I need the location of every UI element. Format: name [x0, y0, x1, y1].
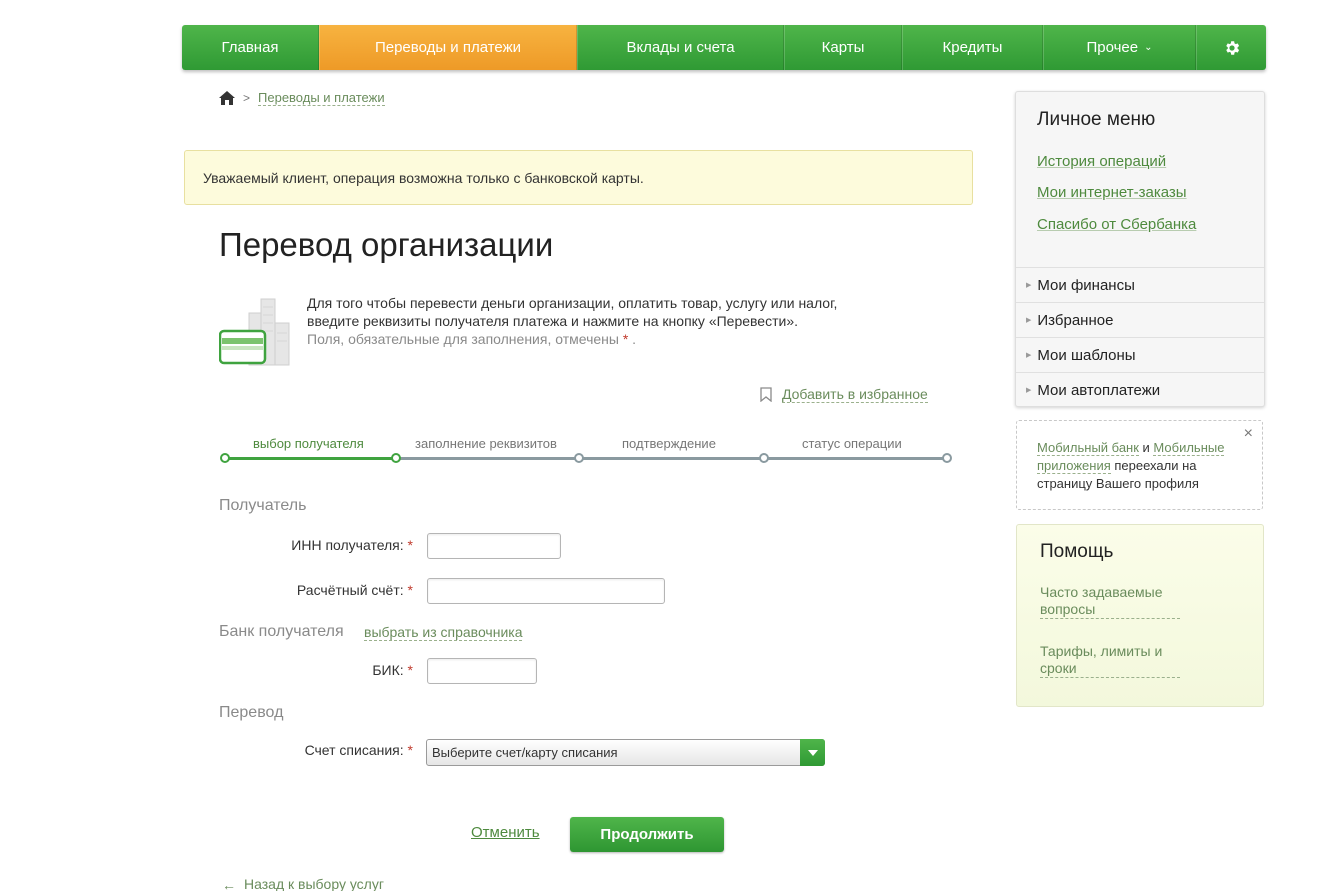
- debit-label-text: Счет списания:: [304, 742, 404, 758]
- menu-row-favorites[interactable]: ▶ Избранное: [1016, 302, 1264, 337]
- bik-label-text: БИК:: [372, 662, 404, 678]
- intro-text: Для того чтобы перевести деньги организа…: [307, 294, 947, 348]
- nav-item-cards[interactable]: Карты: [784, 25, 902, 70]
- back-link-label[interactable]: Назад к выбору услуг: [244, 876, 384, 891]
- nav-item-label: Карты: [821, 39, 865, 56]
- menu-row-label: Мои шаблоны: [1037, 346, 1136, 364]
- personal-menu-title: Личное меню: [1037, 109, 1156, 130]
- continue-button[interactable]: Продолжить: [570, 817, 724, 852]
- tariffs-link[interactable]: Тарифы, лимиты и сроки: [1040, 643, 1180, 678]
- help-title: Помощь: [1040, 541, 1114, 562]
- debit-account-selected: Выберите счет/карту списания: [432, 745, 618, 760]
- required-asterisk: *: [407, 582, 413, 598]
- account-input[interactable]: [427, 578, 665, 604]
- faq-link[interactable]: Часто задаваемые вопросы: [1040, 584, 1180, 619]
- step-line: [397, 457, 947, 460]
- cancel-link[interactable]: Отменить: [471, 824, 540, 841]
- spasibo-link[interactable]: Спасибо от Сбербанка: [1037, 216, 1196, 233]
- back-link[interactable]: ← Назад к выбору услуг: [222, 876, 384, 891]
- inn-input[interactable]: [427, 533, 561, 559]
- home-icon[interactable]: [219, 91, 235, 105]
- bookmark-icon: [760, 387, 772, 402]
- breadcrumb-separator: >: [243, 91, 251, 105]
- menu-row-autopayments[interactable]: ▶ Мои автоплатежи: [1016, 372, 1264, 407]
- menu-row-label: Мои финансы: [1037, 276, 1135, 294]
- menu-row-label: Избранное: [1037, 311, 1114, 329]
- account-label: Расчётный счёт: *: [297, 582, 413, 598]
- nav-item-label: Прочее: [1086, 39, 1139, 56]
- notice-banner: Уважаемый клиент, операция возможна толь…: [184, 150, 973, 205]
- step-label-details: заполнение реквизитов: [415, 436, 557, 451]
- intro-line-1: Для того чтобы перевести деньги организа…: [307, 295, 838, 311]
- triangle-right-icon: ▶: [1026, 387, 1032, 394]
- required-note-text: Поля, обязательные для заполнения, отмеч…: [307, 331, 619, 347]
- nav-item-label: Вклады и счета: [626, 39, 735, 56]
- inn-label-text: ИНН получателя:: [291, 537, 404, 553]
- step-dot: [942, 453, 952, 463]
- menu-row-templates[interactable]: ▶ Мои шаблоны: [1016, 337, 1264, 372]
- bik-input[interactable]: [427, 658, 537, 684]
- nav-item-transfers[interactable]: Переводы и платежи: [319, 25, 577, 70]
- organization-card-icon: [219, 298, 290, 366]
- add-favorite-label[interactable]: Добавить в избранное: [782, 386, 928, 403]
- orders-link[interactable]: Мои интернет-заказы: [1037, 184, 1187, 201]
- required-asterisk: *: [407, 742, 413, 758]
- menu-row-finances[interactable]: ▶ Мои финансы: [1016, 267, 1264, 302]
- breadcrumb: > Переводы и платежи: [219, 90, 385, 106]
- step-line-active: [225, 457, 397, 460]
- main-nav: Главная Переводы и платежи Вклады и счет…: [182, 25, 1266, 70]
- step-dot: [759, 453, 769, 463]
- nav-item-credits[interactable]: Кредиты: [902, 25, 1043, 70]
- breadcrumb-current[interactable]: Переводы и платежи: [258, 90, 385, 106]
- required-asterisk: *: [407, 537, 413, 553]
- nav-item-deposits[interactable]: Вклады и счета: [577, 25, 784, 70]
- step-label-recipient: выбор получателя: [253, 436, 364, 451]
- settings-button[interactable]: [1196, 25, 1266, 70]
- intro-line-2: введите реквизиты получателя платежа и н…: [307, 313, 798, 329]
- mobile-promo: × Мобильный банк и Мобильные приложения …: [1016, 420, 1263, 510]
- nav-item-other[interactable]: Прочее ⌄: [1043, 25, 1196, 70]
- promo-text: и: [1138, 440, 1154, 455]
- triangle-right-icon: ▶: [1026, 317, 1032, 324]
- menu-row-label: Мои автоплатежи: [1037, 381, 1161, 399]
- step-dot: [220, 453, 230, 463]
- required-note-dot: .: [632, 331, 637, 347]
- required-asterisk: *: [622, 331, 629, 347]
- page-title: Перевод организации: [219, 226, 554, 263]
- section-transfer: Перевод: [219, 704, 284, 721]
- section-bank: Банк получателя: [219, 623, 344, 640]
- step-label-confirm: подтверждение: [622, 436, 716, 451]
- bik-label: БИК: *: [372, 662, 413, 678]
- required-note: Поля, обязательные для заполнения, отмеч…: [307, 330, 947, 348]
- nav-item-label: Кредиты: [942, 39, 1003, 56]
- notice-text: Уважаемый клиент, операция возможна толь…: [203, 169, 644, 186]
- debit-account-select[interactable]: Выберите счет/карту списания: [426, 739, 825, 766]
- close-icon[interactable]: ×: [1244, 425, 1253, 443]
- account-label-text: Расчётный счёт:: [296, 582, 404, 598]
- triangle-right-icon: ▶: [1026, 282, 1032, 289]
- bank-directory-link[interactable]: выбрать из справочника: [364, 624, 523, 641]
- help-panel: Помощь Часто задаваемые вопросы Тарифы, …: [1016, 524, 1264, 707]
- personal-menu: Личное меню История операций Мои интерне…: [1015, 91, 1265, 407]
- gear-icon: [1225, 40, 1239, 55]
- progress-steps: выбор получателя заполнение реквизитов п…: [219, 430, 954, 470]
- step-dot: [574, 453, 584, 463]
- step-dot: [391, 453, 401, 463]
- mobile-bank-link[interactable]: Мобильный банк: [1037, 440, 1139, 456]
- inn-label: ИНН получателя: *: [291, 537, 413, 553]
- arrow-left-icon: ←: [222, 876, 236, 891]
- debit-label: Счет списания: *: [305, 742, 413, 758]
- nav-item-home[interactable]: Главная: [182, 25, 319, 70]
- dropdown-button[interactable]: [800, 739, 825, 766]
- history-link[interactable]: История операций: [1037, 153, 1166, 170]
- step-label-status: статус операции: [802, 436, 902, 451]
- nav-item-label: Главная: [221, 39, 279, 56]
- required-asterisk: *: [407, 662, 413, 678]
- add-favorite-link[interactable]: Добавить в избранное: [760, 386, 928, 403]
- triangle-right-icon: ▶: [1026, 352, 1032, 359]
- nav-item-label: Переводы и платежи: [374, 39, 522, 56]
- chevron-down-icon: [807, 749, 818, 756]
- chevron-down-icon: ⌄: [1144, 42, 1153, 53]
- section-recipient: Получатель: [219, 497, 307, 514]
